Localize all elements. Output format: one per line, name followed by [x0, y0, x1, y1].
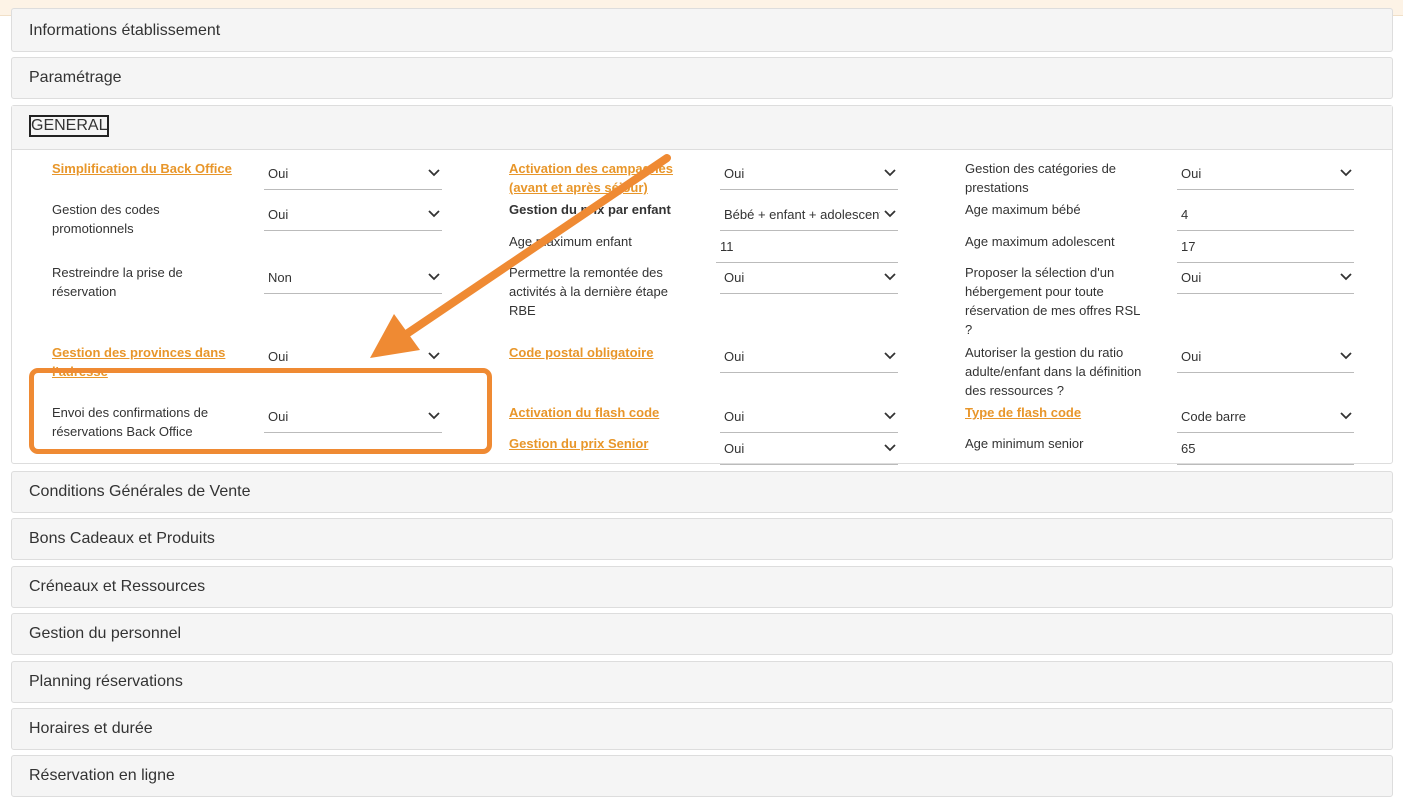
select-activation-campagnes[interactable]: Oui: [720, 158, 898, 190]
input-age-minimum-senior[interactable]: 65: [1177, 433, 1354, 465]
label-age-minimum-senior: Age minimum senior: [965, 436, 1084, 451]
label-gestion-prix-senior[interactable]: Gestion du prix Senior: [509, 434, 699, 453]
label-code-postal-obligatoire[interactable]: Code postal obligatoire: [509, 343, 699, 362]
select-gestion-categories-prestations[interactable]: Oui: [1177, 158, 1354, 190]
label-ratio-adulte-enfant: Autoriser la gestion du ratio adulte/enf…: [965, 345, 1142, 398]
panel-creneaux-ressources[interactable]: Créneaux et Ressources: [11, 566, 1393, 608]
select-gestion-codes-promotionnels[interactable]: Oui: [264, 199, 442, 231]
label-gestion-categories-prestations: Gestion des catégories de prestations: [965, 161, 1117, 195]
panel-general: GENERAL Simplification du Back Office Ou…: [11, 105, 1393, 465]
select-value: Bébé + enfant + adolescent: [724, 207, 880, 222]
panel-general-title[interactable]: GENERAL: [28, 115, 110, 137]
label-type-flash-code[interactable]: Type de flash code: [965, 403, 1155, 422]
select-value: Code barre: [1181, 409, 1247, 424]
panel-general-header[interactable]: GENERAL: [12, 106, 1392, 150]
input-value: 11: [720, 239, 734, 254]
panel-title: Paramétrage: [29, 69, 122, 86]
panel-gestion-personnel[interactable]: Gestion du personnel: [11, 613, 1393, 655]
panel-title: Créneaux et Ressources: [29, 578, 206, 595]
label-gestion-prix-enfant: Gestion du prix par enfant: [509, 202, 671, 217]
panel-horaires-duree[interactable]: Horaires et durée: [11, 708, 1393, 750]
select-code-postal-obligatoire[interactable]: Oui: [720, 341, 898, 373]
input-age-maximum-bebe[interactable]: 4: [1177, 199, 1354, 231]
chevron-down-icon: [1340, 412, 1352, 420]
select-value: Oui: [268, 207, 289, 222]
select-value: Oui: [1181, 270, 1202, 285]
select-value: Oui: [724, 349, 745, 364]
input-age-maximum-enfant[interactable]: 11: [716, 231, 898, 263]
label-activation-flash-code[interactable]: Activation du flash code: [509, 403, 699, 422]
select-value: Oui: [268, 409, 289, 424]
label-gestion-provinces[interactable]: Gestion des provinces dans l'adresse: [52, 343, 232, 381]
input-age-maximum-adolescent[interactable]: 17: [1177, 231, 1354, 263]
select-gestion-provinces[interactable]: Oui: [264, 341, 442, 373]
select-value: Oui: [724, 166, 745, 181]
general-settings-grid: Simplification du Back Office Oui Activa…: [18, 151, 1388, 465]
select-type-flash-code[interactable]: Code barre: [1177, 401, 1354, 433]
panel-title: Informations établissement: [29, 22, 221, 39]
chevron-down-icon: [884, 210, 896, 218]
select-value: Oui: [724, 270, 745, 285]
select-value: Non: [268, 270, 292, 285]
chevron-down-icon: [1340, 273, 1352, 281]
panel-title: Bons Cadeaux et Produits: [29, 530, 215, 547]
chevron-down-icon: [428, 352, 440, 360]
label-age-maximum-adolescent: Age maximum adolescent: [965, 234, 1115, 249]
select-gestion-prix-senior[interactable]: Oui: [720, 433, 898, 465]
select-value: Oui: [268, 166, 289, 181]
panel-title: Planning réservations: [29, 673, 183, 690]
select-restreindre-prise-reservation[interactable]: Non: [264, 262, 442, 294]
label-restreindre-prise-reservation: Restreindre la prise de réservation: [52, 265, 183, 299]
chevron-down-icon: [884, 169, 896, 177]
panel-reservation-en-ligne[interactable]: Réservation en ligne: [11, 755, 1393, 797]
panel-planning-reservations[interactable]: Planning réservations: [11, 661, 1393, 703]
panel-title: Conditions Générales de Vente: [29, 483, 251, 500]
chevron-down-icon: [1340, 169, 1352, 177]
label-simplification-back-office[interactable]: Simplification du Back Office: [52, 159, 232, 178]
panel-conditions-generales-vente[interactable]: Conditions Générales de Vente: [11, 471, 1393, 513]
chevron-down-icon: [884, 352, 896, 360]
label-selection-hebergement-rsl: Proposer la sélection d'un hébergement p…: [965, 265, 1140, 337]
label-gestion-codes-promotionnels: Gestion des codes promotionnels: [52, 202, 160, 236]
chevron-down-icon: [884, 273, 896, 281]
select-value: Oui: [724, 441, 745, 456]
select-value: Oui: [1181, 349, 1202, 364]
panel-bons-cadeaux-produits[interactable]: Bons Cadeaux et Produits: [11, 518, 1393, 560]
chevron-down-icon: [1340, 352, 1352, 360]
label-age-maximum-bebe: Age maximum bébé: [965, 202, 1081, 217]
input-value: 17: [1181, 239, 1196, 254]
label-age-maximum-enfant: Age maximum enfant: [509, 234, 632, 249]
label-remontee-activites-rbe: Permettre la remontée des activités à la…: [509, 265, 668, 318]
select-envoi-confirmations-back-office[interactable]: Oui: [264, 401, 442, 433]
chevron-down-icon: [884, 412, 896, 420]
panel-title: Réservation en ligne: [29, 767, 175, 784]
panel-informations-etablissement[interactable]: Informations établissement: [11, 8, 1393, 52]
select-simplification-back-office[interactable]: Oui: [264, 158, 442, 190]
chevron-down-icon: [884, 444, 896, 452]
label-envoi-confirmations-back-office: Envoi des confirmations de réservations …: [52, 405, 209, 439]
chevron-down-icon: [428, 273, 440, 281]
select-ratio-adulte-enfant[interactable]: Oui: [1177, 341, 1354, 373]
select-selection-hebergement-rsl[interactable]: Oui: [1177, 262, 1354, 294]
panel-title: Horaires et durée: [29, 720, 153, 737]
input-value: 4: [1181, 207, 1189, 222]
panel-parametrage[interactable]: Paramétrage: [11, 57, 1393, 99]
select-value: Oui: [1181, 166, 1202, 181]
chevron-down-icon: [428, 210, 440, 218]
select-value: Oui: [724, 409, 745, 424]
chevron-down-icon: [428, 169, 440, 177]
select-value: Oui: [268, 349, 289, 364]
input-value: 65: [1181, 441, 1196, 456]
chevron-down-icon: [428, 412, 440, 420]
panel-title: Gestion du personnel: [29, 625, 182, 642]
select-remontee-activites-rbe[interactable]: Oui: [720, 262, 898, 294]
select-gestion-prix-enfant[interactable]: Bébé + enfant + adolescent: [720, 199, 898, 231]
label-activation-campagnes[interactable]: Activation des campagnes (avant et après…: [509, 159, 689, 197]
select-activation-flash-code[interactable]: Oui: [720, 401, 898, 433]
